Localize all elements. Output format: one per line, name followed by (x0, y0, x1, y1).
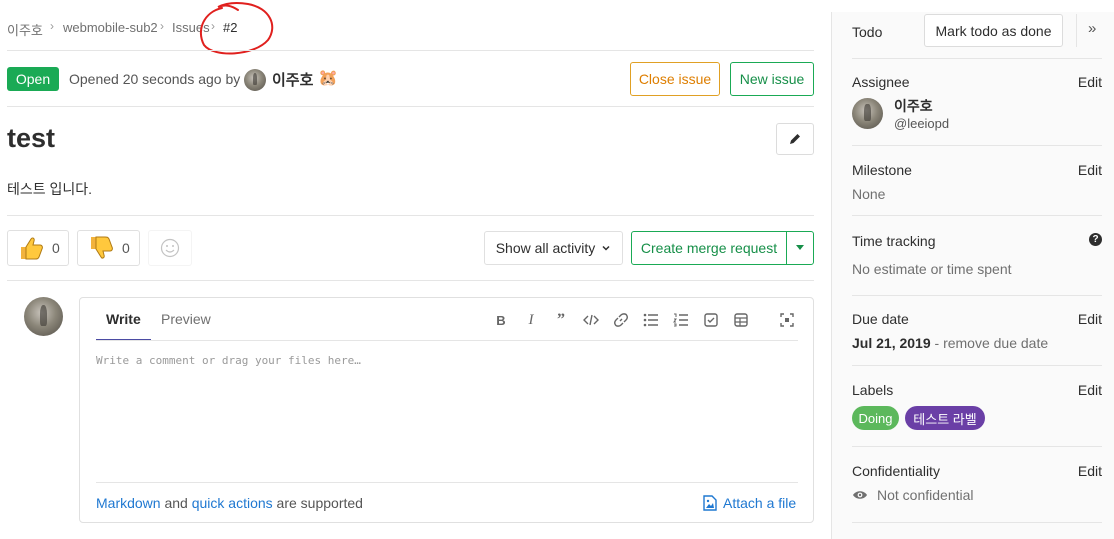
opened-text: Opened 20 seconds ago by (69, 71, 241, 87)
tab-write[interactable]: Write (106, 311, 141, 327)
bold-icon[interactable]: B (491, 311, 511, 329)
divider (852, 58, 1102, 59)
status-badge: Open (7, 67, 59, 91)
todo-title: Todo (852, 24, 883, 40)
divider (852, 365, 1102, 366)
divider (7, 106, 814, 107)
quote-icon[interactable]: ” (551, 311, 571, 329)
activity-filter-dropdown[interactable]: Show all activity (484, 231, 623, 265)
divider (852, 446, 1102, 447)
current-user-avatar[interactable] (24, 297, 63, 336)
divider (852, 295, 1102, 296)
milestone-value: None (852, 186, 886, 202)
label-doing[interactable]: Doing (852, 406, 899, 430)
edit-labels-link[interactable]: Edit (1078, 382, 1102, 398)
thumbs-down-award[interactable]: 0 (77, 230, 140, 266)
breadcrumb-separator: › (160, 19, 164, 33)
numbered-list-icon[interactable] (671, 311, 691, 329)
author-name[interactable]: 이주호 (272, 69, 313, 90)
collapse-sidebar-icon[interactable]: » (1088, 20, 1096, 37)
fullscreen-icon[interactable] (777, 311, 797, 329)
labels-title: Labels (852, 382, 894, 398)
add-reaction-button[interactable] (148, 230, 192, 266)
issue-title: test (7, 123, 56, 153)
attach-file-label: Attach a file (723, 495, 797, 511)
edit-milestone-link[interactable]: Edit (1078, 162, 1102, 178)
task-list-icon[interactable] (701, 311, 721, 329)
issue-sidebar: Todo Mark todo as done » Assignee Edit 이… (831, 12, 1114, 539)
time-tracking-value: No estimate or time spent (852, 261, 1012, 277)
bullet-list-icon[interactable] (641, 311, 661, 329)
markdown-help: Markdown and quick actions are supported (96, 495, 363, 511)
mark-todo-done-button[interactable]: Mark todo as done (924, 14, 1063, 47)
remove-due-date-link[interactable]: - remove due date (931, 335, 1049, 351)
tab-preview[interactable]: Preview (161, 311, 211, 327)
edit-due-date-link[interactable]: Edit (1078, 311, 1102, 327)
assignee-title: Assignee (852, 74, 910, 90)
comment-textarea[interactable] (96, 342, 798, 482)
divider (852, 145, 1102, 146)
activity-filter-label: Show all activity (495, 240, 596, 256)
thumbs-down-count: 0 (122, 240, 130, 256)
table-icon[interactable] (731, 311, 751, 329)
thumbs-down-icon (91, 236, 113, 259)
file-image-icon (703, 495, 717, 511)
divider (852, 215, 1102, 216)
close-issue-button[interactable]: Close issue (630, 62, 720, 96)
edit-confidentiality-link[interactable]: Edit (1078, 463, 1102, 479)
issue-description: 테스트 입니다. (7, 181, 93, 197)
divider (852, 522, 1102, 523)
milestone-title: Milestone (852, 162, 912, 178)
edit-title-button[interactable] (776, 123, 814, 155)
hamster-emoji-icon: 🐹 (318, 70, 338, 87)
assignee-name[interactable]: 이주호 (894, 96, 933, 116)
merge-request-dropdown-toggle[interactable] (786, 231, 814, 265)
italic-icon[interactable]: I (521, 311, 541, 329)
confidentiality-title: Confidentiality (852, 463, 940, 479)
divider (7, 215, 814, 216)
due-date-row: Jul 21, 2019 - remove due date (852, 335, 1048, 351)
author-avatar[interactable] (244, 69, 266, 91)
thumbs-up-award[interactable]: 0 (7, 230, 69, 266)
quick-actions-link[interactable]: quick actions (192, 495, 273, 511)
chevron-down-icon (602, 245, 610, 251)
footer-and: and (160, 495, 192, 511)
link-icon[interactable] (611, 311, 631, 329)
markdown-link[interactable]: Markdown (96, 495, 161, 511)
breadcrumb-separator: › (50, 19, 54, 33)
footer-supported: are supported (272, 495, 363, 511)
divider (7, 50, 814, 51)
edit-assignee-link[interactable]: Edit (1078, 74, 1102, 90)
time-tracking-title: Time tracking (852, 233, 936, 249)
eye-icon (853, 491, 867, 499)
divider (7, 280, 814, 281)
attach-file-button[interactable]: Attach a file (703, 495, 796, 511)
create-merge-request-button[interactable]: Create merge request (631, 231, 787, 265)
label-test[interactable]: 테스트 라벨 (905, 406, 985, 430)
tabs-divider (96, 340, 798, 341)
smiley-icon (160, 238, 180, 258)
assignee-avatar[interactable] (852, 98, 883, 129)
divider (96, 482, 798, 483)
due-date-value: Jul 21, 2019 (852, 335, 931, 351)
thumbs-up-count: 0 (52, 240, 60, 256)
question-icon[interactable]: ? (1089, 233, 1102, 246)
comment-form: Write Preview B I ” Markdown a (79, 297, 814, 523)
confidentiality-value: Not confidential (877, 487, 974, 503)
divider (1076, 14, 1077, 47)
caret-down-icon (796, 245, 804, 250)
assignee-handle: @leeiopd (894, 116, 950, 131)
code-icon[interactable] (581, 311, 601, 329)
issue-main: 이주호 › webmobile-sub2 › Issues › #2 Open … (0, 0, 830, 539)
breadcrumb-project[interactable]: webmobile-sub2 (63, 20, 158, 35)
pencil-icon (790, 134, 800, 144)
due-date-title: Due date (852, 311, 909, 327)
thumbs-up-icon (21, 237, 43, 260)
new-issue-button[interactable]: New issue (730, 62, 814, 96)
breadcrumb-user[interactable]: 이주호 (7, 20, 43, 39)
